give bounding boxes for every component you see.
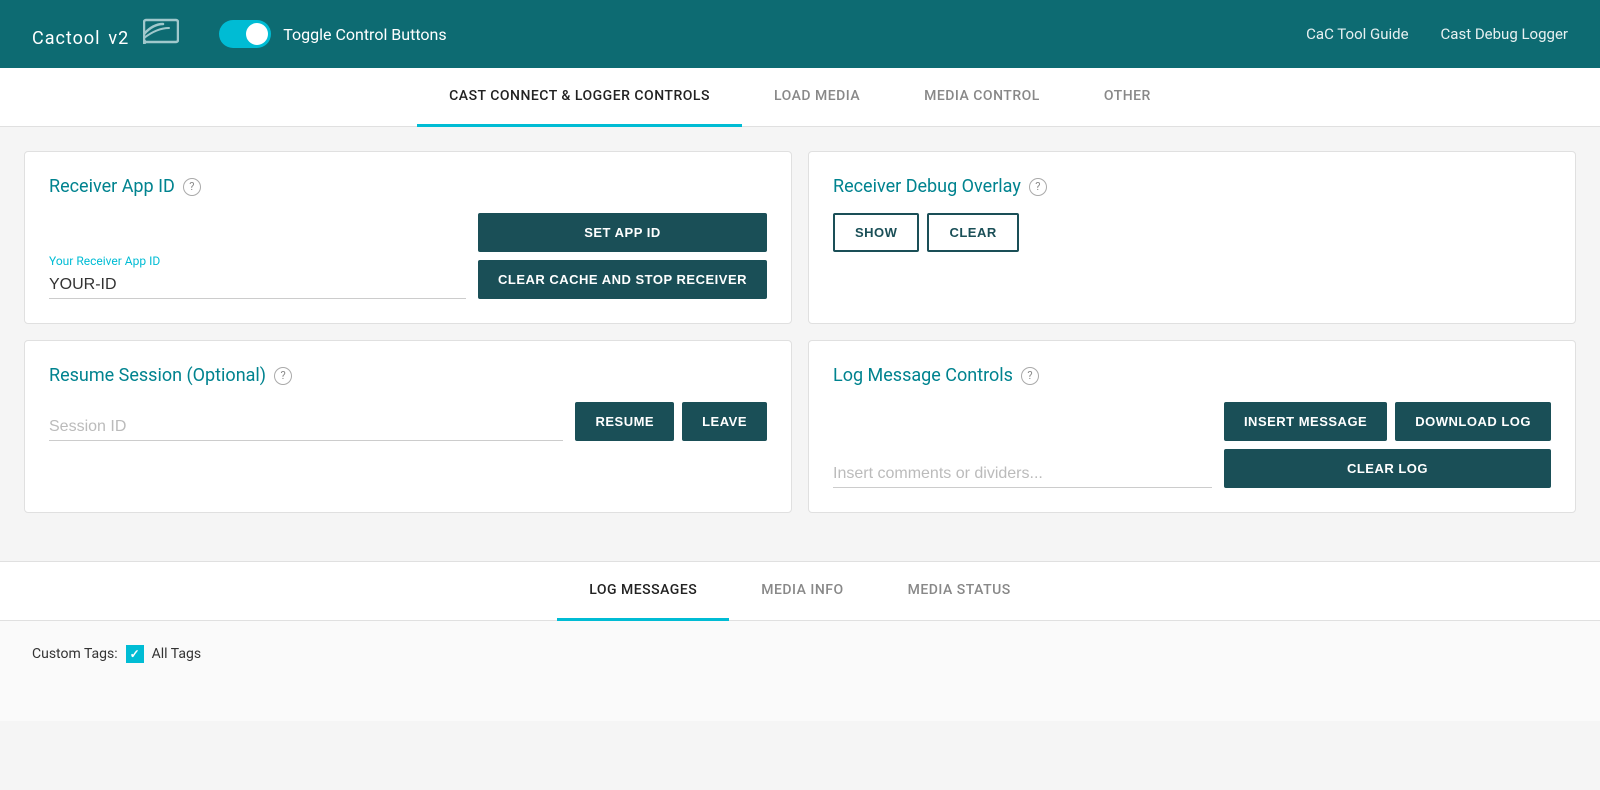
header-left: Cactool v2 Toggle Control Buttons	[32, 16, 447, 52]
resume-session-help-icon[interactable]: ?	[274, 367, 292, 385]
toggle-control-buttons[interactable]	[219, 20, 271, 48]
receiver-debug-overlay-card: Receiver Debug Overlay ? SHOW CLEAR	[808, 151, 1576, 324]
toggle-label: Toggle Control Buttons	[283, 25, 446, 44]
cast-debug-logger-link[interactable]: Cast Debug Logger	[1441, 25, 1568, 43]
receiver-app-id-card-title: Receiver App ID ?	[49, 176, 767, 197]
log-message-controls-card-title: Log Message Controls ?	[833, 365, 1551, 386]
leave-button[interactable]: LEAVE	[682, 402, 767, 441]
toggle-knob	[246, 23, 268, 45]
log-input-wrapper	[833, 461, 1212, 488]
receiver-input-row: Your Receiver App ID SET APP ID CLEAR CA…	[49, 213, 767, 299]
tab-media-status[interactable]: MEDIA STATUS	[876, 562, 1043, 621]
version-text: v2	[108, 28, 129, 49]
tab-load-media[interactable]: LOAD MEDIA	[742, 68, 892, 127]
receiver-debug-overlay-card-title: Receiver Debug Overlay ?	[833, 176, 1551, 197]
custom-tags-label: Custom Tags:	[32, 646, 118, 662]
cac-tool-guide-link[interactable]: CaC Tool Guide	[1306, 25, 1408, 43]
tab-media-control[interactable]: MEDIA CONTROL	[892, 68, 1072, 127]
receiver-input-wrapper: Your Receiver App ID	[49, 254, 466, 299]
log-message-controls-title-text: Log Message Controls	[833, 365, 1013, 386]
all-tags-checkbox[interactable]	[126, 645, 144, 663]
show-button[interactable]: SHOW	[833, 213, 919, 252]
clear-log-button[interactable]: CLEAR LOG	[1224, 449, 1551, 488]
receiver-buttons: SET APP ID CLEAR CACHE AND STOP RECEIVER	[478, 213, 767, 299]
receiver-app-id-title-text: Receiver App ID	[49, 176, 175, 197]
app-title: Cactool v2	[32, 18, 129, 51]
title-text: Cactool	[32, 28, 101, 49]
debug-overlay-buttons: SHOW CLEAR	[833, 213, 1551, 252]
set-app-id-button[interactable]: SET APP ID	[478, 213, 767, 252]
all-tags-label: All Tags	[152, 646, 201, 662]
resume-session-title-text: Resume Session (Optional)	[49, 365, 266, 386]
insert-message-button[interactable]: INSERT MESSAGE	[1224, 402, 1387, 441]
receiver-app-id-card: Receiver App ID ? Your Receiver App ID S…	[24, 151, 792, 324]
cards-grid: Receiver App ID ? Your Receiver App ID S…	[24, 151, 1576, 513]
log-buttons: INSERT MESSAGE DOWNLOAD LOG CLEAR LOG	[1224, 402, 1551, 488]
main-content: Receiver App ID ? Your Receiver App ID S…	[0, 127, 1600, 553]
log-buttons-row1: INSERT MESSAGE DOWNLOAD LOG	[1224, 402, 1551, 441]
receiver-app-id-input[interactable]	[49, 272, 466, 299]
resume-button[interactable]: RESUME	[575, 402, 674, 441]
clear-debug-button[interactable]: CLEAR	[927, 213, 1018, 252]
receiver-app-id-help-icon[interactable]: ?	[183, 178, 201, 196]
tab-cast-connect[interactable]: CAST CONNECT & LOGGER CONTROLS	[417, 68, 742, 127]
resume-session-card: Resume Session (Optional) ? RESUME LEAVE	[24, 340, 792, 513]
header-nav: CaC Tool Guide Cast Debug Logger	[1306, 25, 1568, 43]
tab-log-messages[interactable]: LOG MESSAGES	[557, 562, 729, 621]
log-message-controls-help-icon[interactable]: ?	[1021, 367, 1039, 385]
receiver-debug-overlay-title-text: Receiver Debug Overlay	[833, 176, 1021, 197]
resume-session-card-title: Resume Session (Optional) ?	[49, 365, 767, 386]
cast-icon	[143, 16, 179, 52]
resume-input-wrapper	[49, 414, 563, 441]
toggle-area[interactable]: Toggle Control Buttons	[219, 20, 446, 48]
app-header: Cactool v2 Toggle Control Buttons CaC To…	[0, 0, 1600, 68]
top-tabs-bar: CAST CONNECT & LOGGER CONTROLS LOAD MEDI…	[0, 68, 1600, 127]
bottom-section: LOG MESSAGES MEDIA INFO MEDIA STATUS Cus…	[0, 561, 1600, 721]
custom-tags-row: Custom Tags: All Tags	[32, 645, 1568, 663]
log-message-input[interactable]	[833, 461, 1212, 488]
download-log-button[interactable]: DOWNLOAD LOG	[1395, 402, 1551, 441]
tab-other[interactable]: OTHER	[1072, 68, 1183, 127]
tab-media-info[interactable]: MEDIA INFO	[729, 562, 875, 621]
bottom-tabs-bar: LOG MESSAGES MEDIA INFO MEDIA STATUS	[0, 562, 1600, 621]
resume-buttons: RESUME LEAVE	[575, 402, 767, 441]
receiver-app-id-input-label: Your Receiver App ID	[49, 254, 466, 268]
log-message-controls-card: Log Message Controls ? INSERT MESSAGE DO…	[808, 340, 1576, 513]
receiver-debug-overlay-help-icon[interactable]: ?	[1029, 178, 1047, 196]
session-id-input[interactable]	[49, 414, 563, 441]
bottom-content: Custom Tags: All Tags	[0, 621, 1600, 721]
log-card-body: INSERT MESSAGE DOWNLOAD LOG CLEAR LOG	[833, 402, 1551, 488]
resume-card-body: RESUME LEAVE	[49, 402, 767, 441]
receiver-card-body: Your Receiver App ID SET APP ID CLEAR CA…	[49, 213, 767, 299]
clear-cache-and-stop-receiver-button[interactable]: CLEAR CACHE AND STOP RECEIVER	[478, 260, 767, 299]
